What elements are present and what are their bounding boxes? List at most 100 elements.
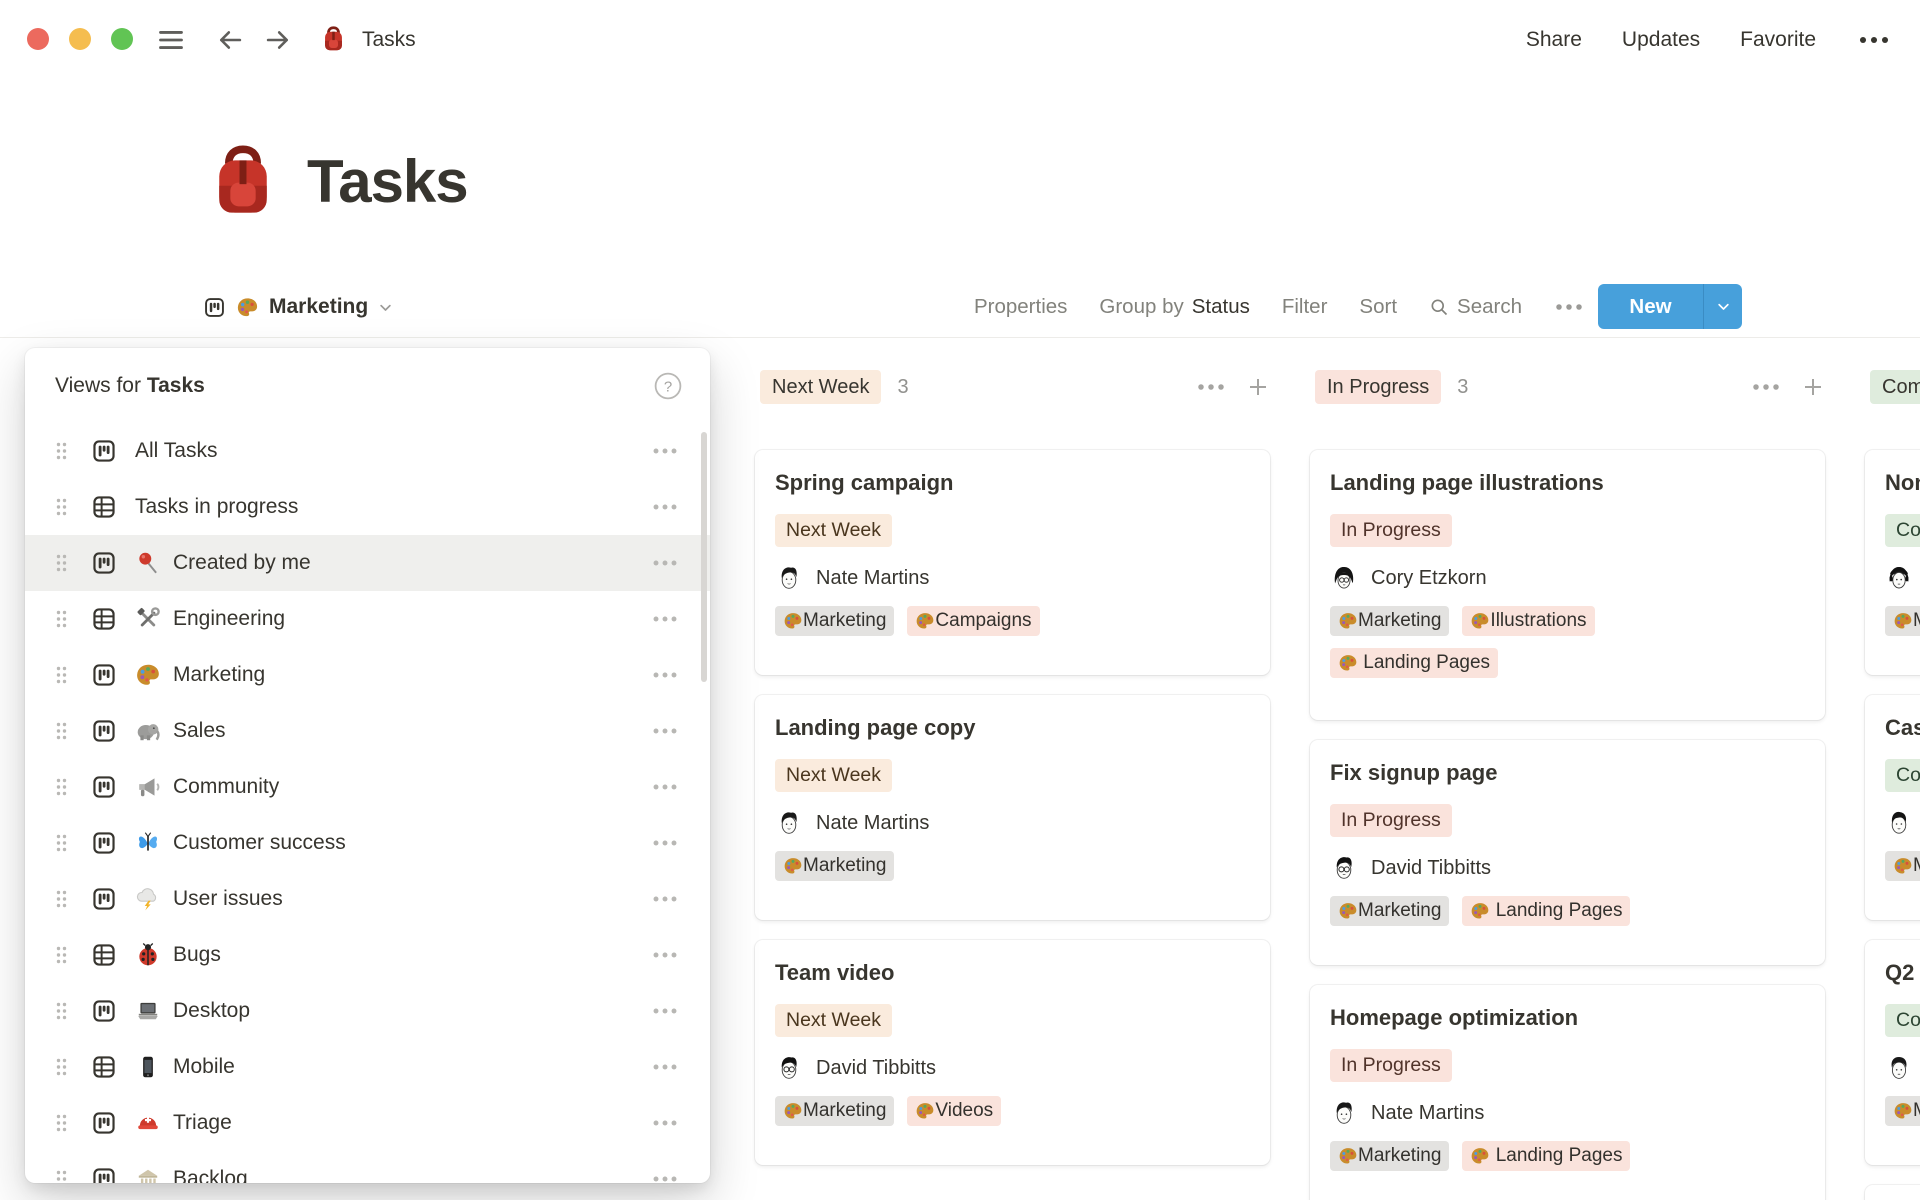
views-panel-row-mobile[interactable]: Mobile: [25, 1039, 710, 1095]
drag-handle-icon[interactable]: [54, 497, 69, 517]
card-spring-campaign[interactable]: Spring campaignNext WeekNate MartinsMark…: [755, 450, 1270, 675]
tag-marketing[interactable]: Marketing: [1330, 1141, 1449, 1171]
share-button[interactable]: Share: [1526, 28, 1582, 52]
row-more-icon[interactable]: [650, 1170, 680, 1183]
column-status-pill[interactable]: Next Week: [760, 370, 881, 404]
card-fix-signup-page[interactable]: Fix signup pageIn ProgressDavid Tibbitts…: [1310, 740, 1825, 965]
tag-illustrations[interactable]: Illustrations: [1462, 606, 1594, 636]
minimize-window-button[interactable]: [69, 28, 91, 50]
tag-marketing[interactable]: Marketing: [775, 606, 894, 636]
drag-handle-icon[interactable]: [54, 665, 69, 685]
drag-handle-icon[interactable]: [54, 945, 69, 965]
row-more-icon[interactable]: [650, 1058, 680, 1076]
row-more-icon[interactable]: [650, 610, 680, 628]
filter-button[interactable]: Filter: [1282, 295, 1328, 319]
row-more-icon[interactable]: [650, 946, 680, 964]
drag-handle-icon[interactable]: [54, 777, 69, 797]
forward-arrow-icon[interactable]: [264, 26, 292, 54]
tag-marketing[interactable]: Marketing: [1330, 896, 1449, 926]
card-non[interactable]: NonComCM: [1865, 450, 1920, 675]
properties-button[interactable]: Properties: [974, 295, 1067, 319]
row-more-icon[interactable]: [650, 890, 680, 908]
column-add-icon[interactable]: [1801, 375, 1825, 399]
column-more-icon[interactable]: [1194, 377, 1228, 397]
tag-m[interactable]: M: [1885, 1096, 1920, 1126]
row-more-icon[interactable]: [650, 778, 680, 796]
drag-handle-icon[interactable]: [54, 441, 69, 461]
row-more-icon[interactable]: [650, 1002, 680, 1020]
updates-button[interactable]: Updates: [1622, 28, 1700, 52]
tag-landing-pages[interactable]: Landing Pages: [1462, 1141, 1630, 1171]
tag-marketing[interactable]: Marketing: [775, 851, 894, 881]
views-panel-row-user-issues[interactable]: User issues: [25, 871, 710, 927]
drag-handle-icon[interactable]: [54, 553, 69, 573]
views-panel-row-backlog[interactable]: Backlog: [25, 1151, 710, 1183]
column-more-icon[interactable]: [1749, 377, 1783, 397]
column-add-icon[interactable]: [1246, 375, 1270, 399]
views-panel-row-triage[interactable]: Triage: [25, 1095, 710, 1151]
view-switcher[interactable]: Marketing: [203, 285, 393, 329]
card-team-video[interactable]: Team videoNext WeekDavid TibbittsMarketi…: [755, 940, 1270, 1165]
drag-handle-icon[interactable]: [54, 1057, 69, 1077]
tag-m[interactable]: M: [1885, 851, 1920, 881]
views-scrollbar[interactable]: [701, 432, 707, 682]
views-panel-row-tasks-in-progress[interactable]: Tasks in progress: [25, 479, 710, 535]
drag-handle-icon[interactable]: [54, 833, 69, 853]
tag-videos[interactable]: Videos: [907, 1096, 1001, 1126]
tag-marketing[interactable]: Marketing: [1330, 606, 1449, 636]
views-panel-row-marketing[interactable]: Marketing: [25, 647, 710, 703]
row-more-icon[interactable]: [650, 666, 680, 684]
tag-landing-pages[interactable]: Landing Pages: [1462, 896, 1630, 926]
views-panel-row-sales[interactable]: Sales: [25, 703, 710, 759]
views-panel-row-engineering[interactable]: Engineering: [25, 591, 710, 647]
views-panel-row-bugs[interactable]: Bugs: [25, 927, 710, 983]
help-icon[interactable]: ?: [654, 372, 682, 400]
column-status-pill[interactable]: Com: [1870, 370, 1920, 404]
favorite-button[interactable]: Favorite: [1740, 28, 1816, 52]
breadcrumb-document-title[interactable]: Tasks: [362, 28, 416, 52]
new-button[interactable]: New: [1598, 284, 1742, 329]
views-panel-row-desktop[interactable]: Desktop: [25, 983, 710, 1039]
views-panel-row-customer-success[interactable]: Customer success: [25, 815, 710, 871]
card-landing-page-illustrations[interactable]: Landing page illustrationsIn ProgressCor…: [1310, 450, 1825, 720]
tag-m[interactable]: M: [1885, 606, 1920, 636]
tag-marketing[interactable]: Marketing: [775, 1096, 894, 1126]
tag-campaigns[interactable]: Campaigns: [907, 606, 1039, 636]
card-landing-page-copy[interactable]: Landing page copyNext WeekNate MartinsMa…: [755, 695, 1270, 920]
row-more-icon[interactable]: [650, 1114, 680, 1132]
card-stub[interactable]: [1865, 1185, 1920, 1200]
zoom-window-button[interactable]: [111, 28, 133, 50]
sort-button[interactable]: Sort: [1359, 295, 1397, 319]
drag-handle-icon[interactable]: [54, 1001, 69, 1021]
column-status-pill[interactable]: In Progress: [1315, 370, 1441, 404]
palette-icon: [1893, 611, 1913, 631]
views-panel-row-all-tasks[interactable]: All Tasks: [25, 423, 710, 479]
card-q2-r[interactable]: Q2 rComEM: [1865, 940, 1920, 1165]
card-status-pill: In Progress: [1330, 514, 1452, 547]
drag-handle-icon[interactable]: [54, 721, 69, 741]
views-panel-row-community[interactable]: Community: [25, 759, 710, 815]
tag-landing-pages[interactable]: Landing Pages: [1330, 648, 1498, 678]
close-window-button[interactable]: [27, 28, 49, 50]
group-by-button[interactable]: Group by Status: [1099, 295, 1249, 319]
search-button[interactable]: Search: [1429, 295, 1522, 319]
drag-handle-icon[interactable]: [54, 889, 69, 909]
drag-handle-icon[interactable]: [54, 609, 69, 629]
more-options-icon[interactable]: [1856, 29, 1892, 51]
drag-handle-icon[interactable]: [54, 1169, 69, 1183]
sidebar-menu-icon[interactable]: [157, 26, 185, 54]
row-more-icon[interactable]: [650, 442, 680, 460]
page-title[interactable]: Tasks: [307, 147, 468, 216]
toolbar-more-icon[interactable]: [1554, 297, 1584, 317]
card-homepage-optimization[interactable]: Homepage optimizationIn ProgressNate Mar…: [1310, 985, 1825, 1200]
card-cas[interactable]: CasComNM: [1865, 695, 1920, 920]
row-more-icon[interactable]: [650, 722, 680, 740]
row-more-icon[interactable]: [650, 834, 680, 852]
row-more-icon[interactable]: [650, 498, 680, 516]
back-arrow-icon[interactable]: [216, 26, 244, 54]
drag-handle-icon[interactable]: [54, 1113, 69, 1133]
views-panel-row-created-by-me[interactable]: Created by me: [25, 535, 710, 591]
page-backpack-icon[interactable]: [205, 140, 281, 222]
new-button-chevron[interactable]: [1704, 284, 1742, 329]
row-more-icon[interactable]: [650, 554, 680, 572]
